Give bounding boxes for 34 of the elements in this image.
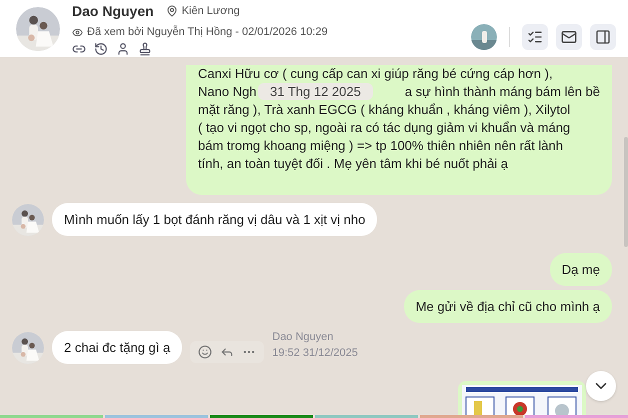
date-pill: 31 Thg 12 2025 bbox=[258, 83, 373, 100]
avatar bbox=[12, 332, 44, 364]
message-bubble: 2 chai đc tặng gì ạ bbox=[52, 331, 182, 364]
sidebar-toggle-button[interactable] bbox=[590, 24, 616, 50]
stamp-icon[interactable] bbox=[138, 42, 152, 56]
mail-button[interactable] bbox=[556, 24, 582, 50]
message-bubble: Me gửi về địa chỉ cũ cho mình ạ bbox=[404, 290, 612, 323]
user-icon[interactable] bbox=[116, 42, 130, 56]
eye-icon bbox=[72, 26, 83, 38]
pin-icon bbox=[166, 5, 178, 18]
history-icon[interactable] bbox=[94, 42, 108, 56]
list-button[interactable] bbox=[522, 24, 548, 50]
scroll-down-button[interactable] bbox=[586, 371, 616, 401]
message-bubble: Dạ mẹ bbox=[550, 253, 612, 286]
seen-status: Đã xem bởi Nguyễn Thị Hồng - 02/01/2026 10:29 bbox=[87, 24, 328, 40]
message-text: Canxi Hữu cơ ( cung cấp can xi giúp răng bé cứng cáp hơn ), bbox=[198, 65, 554, 83]
message-text: bám tromg khoang miệng ) => tp 100% thiên nhiên nên rất lành bbox=[198, 137, 564, 155]
message-text: Nano Ngh bbox=[198, 83, 257, 101]
message-bubble: Mình muốn lấy 1 bọt đánh răng vị dâu và 1 xịt vị nho bbox=[52, 203, 378, 236]
message-text: ( tạo vi ngọt cho sp, ngoài ra có tác dụng giảm vi khuẩn và máng bbox=[198, 119, 572, 137]
emoji-icon[interactable] bbox=[198, 344, 212, 358]
message-text: mặt răng ), Trà xanh EGCG ( kháng khuẩn , kháng viêm ), Xilytol bbox=[198, 101, 572, 119]
avatar bbox=[471, 24, 497, 50]
avatar bbox=[12, 204, 44, 236]
avatar bbox=[16, 6, 60, 50]
checklist-icon bbox=[527, 28, 543, 44]
sidebar-icon bbox=[595, 28, 611, 44]
message-text: a sự hình thành máng bám lên bề bbox=[404, 83, 600, 101]
contact-name: Dao Nguyen bbox=[72, 2, 154, 21]
message-time: 19:52 31/12/2025 bbox=[272, 346, 358, 360]
sender-name: Dao Nguyen bbox=[272, 330, 334, 344]
mail-icon bbox=[561, 28, 577, 44]
location-text: Kiên Lương bbox=[182, 4, 240, 19]
message-text: tính, an toàn tuyệt đối . Mẹ yên tâm khi bé nuốt phải ạ bbox=[198, 155, 510, 173]
